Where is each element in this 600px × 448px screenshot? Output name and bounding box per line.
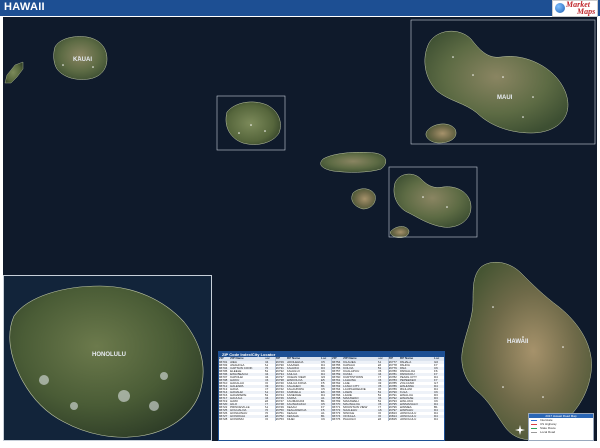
kahoolawe-island bbox=[389, 226, 410, 238]
legend-rows: Interstate US Highway State Route Local Roa… bbox=[529, 418, 593, 434]
header-bar: HAWAII Market Maps bbox=[0, 0, 600, 17]
hawaii-label: HAWAII bbox=[507, 339, 529, 345]
globe-icon bbox=[555, 3, 565, 13]
zip-index-cell: D4 bbox=[434, 418, 438, 421]
zip-index-table: ZIP Code Index/City Locator ZIP ZIP Name L… bbox=[218, 351, 445, 441]
zip-index-cell: HONOLULU bbox=[399, 418, 417, 421]
legend-swatch bbox=[531, 427, 537, 429]
niihau-island bbox=[4, 61, 24, 84]
wall-map-page: HAWAII Market Maps KAUAI MAUI HAWAII HON… bbox=[0, 0, 600, 448]
zip-index-cell: C6 bbox=[321, 418, 325, 421]
road-legend: 2017 Hawaii Road Map Interstate US Highwa… bbox=[528, 413, 594, 441]
logo-word-2: Maps bbox=[577, 7, 596, 16]
legend-item: Local Road bbox=[529, 430, 593, 434]
zip-index-cell: 96728 bbox=[219, 418, 228, 421]
legend-label: Local Road bbox=[540, 430, 556, 434]
zip-index-cell: 96815 bbox=[388, 418, 397, 421]
zip-index-column: ZIP ZIP Name Loc 96754 KILAUEA A1 96755 KAPAAU E… bbox=[332, 357, 389, 421]
footer-strip bbox=[0, 441, 600, 448]
zip-index-row: 96728 HONOMU F6 bbox=[219, 418, 275, 421]
legend-swatch bbox=[531, 431, 537, 433]
maui-island bbox=[393, 173, 472, 228]
zip-index-cell: PAAUILO bbox=[343, 418, 356, 421]
zip-index-row: 96815 HONOLULU D4 bbox=[389, 418, 445, 421]
zip-index-cell: F6 bbox=[264, 418, 269, 421]
zip-index-row: 96753 KIHEI C6 bbox=[276, 418, 332, 421]
zip-index-cell: E6 bbox=[377, 418, 382, 421]
oahu-inset-label: HONOLULU bbox=[92, 352, 126, 358]
molokai-island bbox=[320, 152, 387, 173]
oahu-detail-island bbox=[9, 285, 204, 438]
satellite-map[interactable]: KAUAI MAUI HAWAII HONOLULU ZIP Code Inde… bbox=[3, 17, 597, 441]
oahu-inset[interactable]: HONOLULU bbox=[3, 275, 212, 441]
zip-index-cell: 96753 bbox=[275, 418, 284, 421]
lanai-island bbox=[351, 188, 376, 210]
maui-detail-island bbox=[424, 31, 569, 134]
kahoolawe-detail-island bbox=[425, 123, 457, 144]
zip-index-cell: 96776 bbox=[332, 418, 341, 421]
zip-index-column: ZIP ZIP Name Loc 96777 PAHALA G6 96778 PAHOA F7 9… bbox=[388, 357, 445, 421]
zip-index-column: ZIP ZIP Name Loc 96729 HOOLEHUA C5 96730 KAAAWA… bbox=[275, 357, 332, 421]
brand-logo: Market Maps bbox=[552, 0, 598, 17]
maui-label: MAUI bbox=[497, 95, 513, 101]
map-title: HAWAII bbox=[4, 1, 45, 13]
compass-rose-icon bbox=[515, 425, 525, 435]
zip-index-row: 96776 PAAUILO E6 bbox=[332, 418, 388, 421]
zip-index-column: ZIP ZIP Name Loc 96701 AIEA D4 96703 ANAHOLA A1 9… bbox=[219, 357, 276, 421]
oahu-inset-canvas: HONOLULU bbox=[9, 285, 204, 438]
kauai-label: KAUAI bbox=[73, 57, 92, 63]
legend-swatch bbox=[531, 423, 537, 425]
legend-swatch bbox=[531, 419, 537, 421]
zip-index-cell: KIHEI bbox=[286, 418, 295, 421]
oahu-island bbox=[225, 101, 281, 145]
zip-index-columns: ZIP ZIP Name Loc 96701 AIEA D4 96703 ANAHOLA A1 9… bbox=[219, 357, 444, 421]
zip-index-cell: HONOMU bbox=[230, 418, 244, 421]
